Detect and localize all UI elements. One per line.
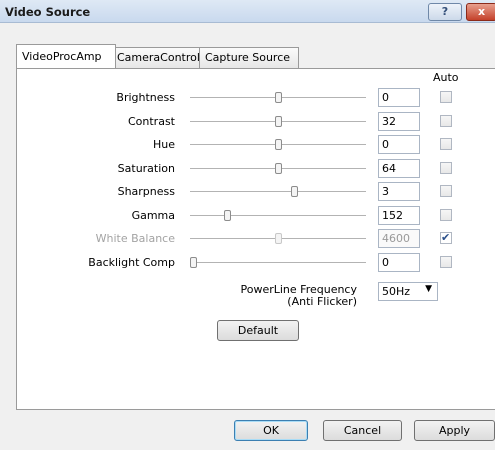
tab-videoprocamp[interactable]: VideoProcAmp <box>16 44 116 68</box>
hue-label: Hue <box>152 138 175 151</box>
saturation-label: Saturation <box>117 162 175 175</box>
sharpness-slider-track[interactable] <box>190 191 366 192</box>
brightness-value-field[interactable]: 0 <box>378 88 420 107</box>
tab-capture-source[interactable]: Capture Source <box>199 47 299 69</box>
saturation-slider-thumb[interactable] <box>275 163 282 174</box>
tab-cameracontrol[interactable]: CameraControl <box>111 47 202 69</box>
backlight-comp-slider-track[interactable] <box>190 262 366 263</box>
contrast-value-field[interactable]: 32 <box>378 112 420 131</box>
white-balance-slider-thumb <box>275 233 282 244</box>
contrast-slider-thumb[interactable] <box>275 116 282 127</box>
sharpness-label: Sharpness <box>117 185 175 198</box>
white-balance-auto-checkbox[interactable]: ✔ <box>440 231 452 244</box>
sharpness-auto-checkbox[interactable] <box>440 185 452 197</box>
brightness-auto-checkbox[interactable] <box>440 91 452 103</box>
contrast-auto-checkbox[interactable] <box>440 115 452 127</box>
cancel-button[interactable]: Cancel <box>323 420 402 441</box>
backlight-comp-label: Backlight Comp <box>88 256 175 269</box>
powerline-label-line2: (Anti Flicker) <box>287 295 357 308</box>
contrast-label: Contrast <box>127 115 175 128</box>
white-balance-label: White Balance <box>95 232 175 245</box>
gamma-slider-track[interactable] <box>190 215 366 216</box>
gamma-label: Gamma <box>131 209 175 222</box>
dropdown-arrow-icon: ▼ <box>425 284 432 294</box>
default-button[interactable]: Default <box>217 320 299 341</box>
brightness-label: Brightness <box>116 91 175 104</box>
close-button[interactable]: x <box>466 3 495 21</box>
powerline-frequency-value: 50Hz <box>382 285 411 298</box>
backlight-comp-value-field[interactable]: 0 <box>378 253 420 272</box>
window-title: Video Source <box>5 5 91 19</box>
title-bar: Video Source ? x <box>0 0 495 23</box>
saturation-value-field[interactable]: 64 <box>378 159 420 178</box>
powerline-frequency-select[interactable]: 50Hz ▼ <box>378 282 438 301</box>
ok-button[interactable]: OK <box>234 420 308 441</box>
gamma-value-field[interactable]: 152 <box>378 206 420 225</box>
checkmark-icon: ✔ <box>441 231 451 244</box>
auto-column-header: Auto <box>433 71 459 84</box>
sharpness-slider-thumb[interactable] <box>291 186 298 197</box>
hue-auto-checkbox[interactable] <box>440 138 452 150</box>
brightness-slider-thumb[interactable] <box>275 92 282 103</box>
saturation-auto-checkbox[interactable] <box>440 162 452 174</box>
powerline-frequency-label: PowerLine Frequency (Anti Flicker) <box>200 284 357 308</box>
gamma-auto-checkbox[interactable] <box>440 209 452 221</box>
backlight-comp-slider-thumb[interactable] <box>190 257 197 268</box>
hue-slider-thumb[interactable] <box>275 139 282 150</box>
gamma-slider-thumb[interactable] <box>224 210 231 221</box>
white-balance-value-field: 4600 <box>378 229 420 248</box>
help-button[interactable]: ? <box>428 3 462 21</box>
apply-button[interactable]: Apply <box>414 420 495 441</box>
sharpness-value-field[interactable]: 3 <box>378 182 420 201</box>
backlight-comp-auto-checkbox[interactable] <box>440 256 452 268</box>
hue-value-field[interactable]: 0 <box>378 135 420 154</box>
